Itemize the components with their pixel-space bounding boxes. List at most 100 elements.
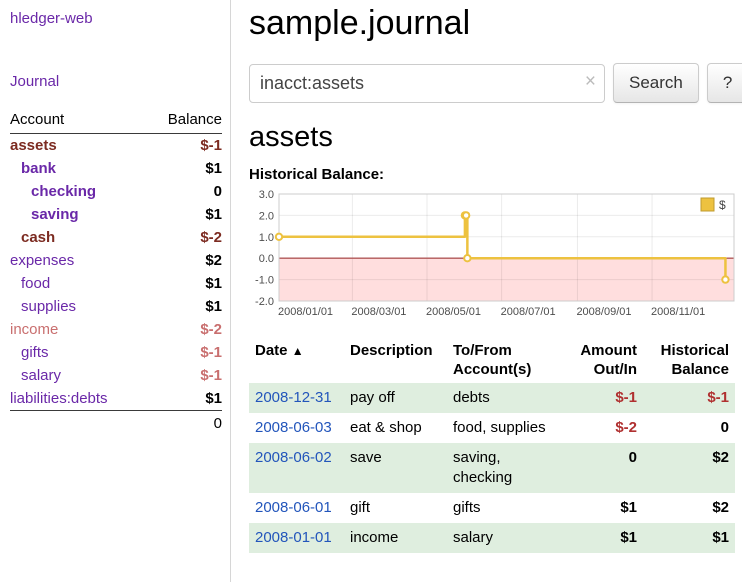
register-balance: $-1: [643, 383, 735, 413]
account-balance: $1: [146, 295, 222, 318]
register-header-amount-line1: Amount: [566, 341, 637, 360]
accounts-table: Account Balance assets $-1 bank $1 checking 0…: [10, 108, 222, 435]
app-title-link[interactable]: hledger-web: [10, 10, 222, 27]
y-tick-label: 1.0: [259, 232, 274, 244]
account-name-cell: gifts: [10, 341, 146, 364]
account-balance: 0: [146, 180, 222, 203]
account-name-cell: liabilities:debts: [10, 387, 146, 411]
register-header-amount-line2: Out/In: [566, 360, 637, 379]
register-amount: 0: [560, 443, 643, 493]
register-header-account-line1: To/From: [453, 341, 554, 360]
register-header-balance-line2: Balance: [649, 360, 729, 379]
account-balance: $-2: [146, 226, 222, 249]
historical-balance-chart[interactable]: 3.02.01.00.0-1.0-2.02008/01/012008/03/01…: [249, 189, 736, 321]
register-description: save: [344, 443, 447, 493]
register-table: Date ▲ Description To/From Account(s) Am…: [249, 337, 735, 553]
account-name-cell: saving: [10, 203, 146, 226]
register-row: 2008-06-03 eat & shopfood, supplies$-20: [249, 413, 735, 443]
account-row: cash $-2: [10, 226, 222, 249]
account-balance: $-1: [146, 134, 222, 158]
search-input[interactable]: [249, 64, 605, 103]
search-button[interactable]: Search: [613, 63, 699, 103]
register-description: income: [344, 523, 447, 553]
account-link[interactable]: food: [21, 275, 50, 292]
account-name-cell: checking: [10, 180, 146, 203]
y-tick-label: -1.0: [255, 275, 274, 287]
account-row: checking 0: [10, 180, 222, 203]
x-tick-label: 2008/07/01: [501, 306, 556, 318]
account-name-cell: food: [10, 272, 146, 295]
accounts-total-row: 0: [10, 411, 222, 436]
accounts-total-spacer: [10, 411, 146, 436]
account-link[interactable]: expenses: [10, 252, 74, 269]
register-date-cell: 2008-06-01: [249, 493, 344, 523]
account-heading: assets: [249, 121, 735, 154]
account-link[interactable]: supplies: [21, 298, 76, 315]
register-amount: $-2: [560, 413, 643, 443]
register-row: 2008-01-01incomesalary$1$1: [249, 523, 735, 553]
accounts-header-account: Account: [10, 108, 146, 134]
account-row: saving $1: [10, 203, 222, 226]
account-balance: $-1: [146, 364, 222, 387]
x-tick-label: 2008/11/01: [651, 306, 705, 318]
x-tick-label: 2008/01/01: [278, 306, 333, 318]
register-accounts: salary: [447, 523, 560, 553]
account-name-cell: bank: [10, 157, 146, 180]
transaction-date-link[interactable]: 2008-06-01: [255, 499, 332, 516]
account-row: assets $-1: [10, 134, 222, 158]
account-name-cell: cash: [10, 226, 146, 249]
account-row: supplies $1: [10, 295, 222, 318]
account-balance: $1: [146, 203, 222, 226]
help-button[interactable]: ?: [707, 63, 742, 103]
hledger-web-app: hledger-web Journal Account Balance asse…: [0, 0, 742, 582]
search-form: × Search ?: [249, 63, 735, 103]
y-tick-label: -2.0: [255, 296, 274, 308]
register-row: 2008-12-31pay offdebts$-1$-1: [249, 383, 735, 413]
register-amount: $1: [560, 493, 643, 523]
legend-swatch-icon: [701, 198, 714, 211]
register-date-cell: 2008-06-03: [249, 413, 344, 443]
chart-point: [464, 255, 470, 261]
account-name-cell: salary: [10, 364, 146, 387]
account-link[interactable]: checking: [31, 183, 96, 200]
y-tick-label: 0.0: [259, 253, 274, 265]
account-row: food$1: [10, 272, 222, 295]
page-title: sample.journal: [249, 4, 735, 43]
account-link[interactable]: saving: [31, 206, 79, 223]
y-tick-label: 2.0: [259, 210, 274, 222]
register-row: 2008-06-01giftgifts$1$2: [249, 493, 735, 523]
register-header-balance: Historical Balance: [643, 337, 735, 383]
account-link[interactable]: liabilities:debts: [10, 390, 108, 407]
sidebar-item-journal[interactable]: Journal: [10, 73, 222, 90]
register-date-cell: 2008-06-02: [249, 443, 344, 493]
account-link[interactable]: bank: [21, 160, 56, 177]
accounts-header-balance: Balance: [146, 108, 222, 134]
register-header-date[interactable]: Date: [255, 342, 288, 359]
chart-svg: 3.02.01.00.0-1.0-2.02008/01/012008/03/01…: [249, 189, 736, 321]
account-link[interactable]: income: [10, 321, 58, 338]
account-balance: $1: [146, 157, 222, 180]
register-balance: $2: [643, 443, 735, 493]
account-link[interactable]: assets: [10, 137, 57, 154]
register-description: eat & shop: [344, 413, 447, 443]
account-link[interactable]: cash: [21, 229, 55, 246]
transaction-date-link[interactable]: 2008-12-31: [255, 389, 332, 406]
account-link[interactable]: salary: [21, 367, 61, 384]
clear-search-icon[interactable]: ×: [585, 72, 596, 92]
account-row: gifts$-1: [10, 341, 222, 364]
transaction-date-link[interactable]: 2008-01-01: [255, 529, 332, 546]
register-balance: 0: [643, 413, 735, 443]
sort-ascending-icon: ▲: [292, 344, 304, 358]
transaction-date-link[interactable]: 2008-06-02: [255, 449, 332, 466]
account-name-cell: expenses: [10, 249, 146, 272]
account-link[interactable]: gifts: [21, 344, 49, 361]
register-header-account-line2: Account(s): [453, 360, 554, 379]
register-header-date-cell: Date ▲: [249, 337, 344, 383]
register-accounts: food, supplies: [447, 413, 560, 443]
x-tick-label: 2008/03/01: [351, 306, 406, 318]
register-header-description: Description: [344, 337, 447, 383]
register-header-amount: Amount Out/In: [560, 337, 643, 383]
transaction-date-link[interactable]: 2008-06-03: [255, 419, 332, 436]
accounts-header-row: Account Balance: [10, 108, 222, 134]
register-accounts: debts: [447, 383, 560, 413]
